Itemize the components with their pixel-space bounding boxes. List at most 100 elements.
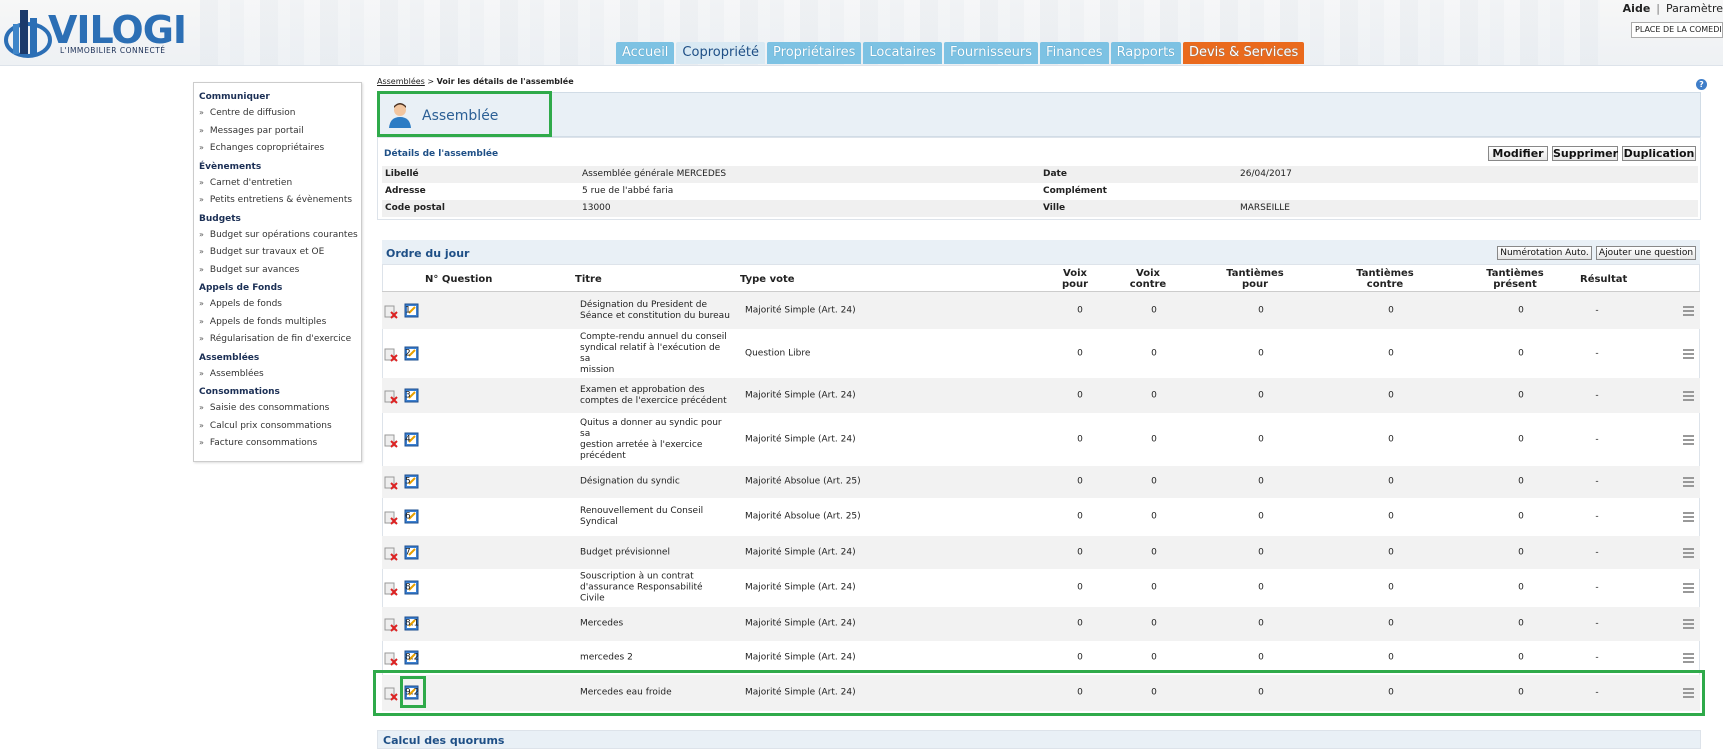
chevron-right-icon: » <box>199 264 204 274</box>
tab-locataires[interactable]: Locataires <box>863 42 942 64</box>
drag-handle-icon[interactable] <box>1683 653 1694 663</box>
delete-icon[interactable] <box>384 582 398 596</box>
drag-handle-icon[interactable] <box>1683 512 1694 522</box>
sidebar-item[interactable]: » Carnet d'entretien <box>199 174 356 192</box>
modify-button[interactable]: Modifier <box>1488 146 1548 161</box>
vote-type: Majorité Absolue (Art. 25) <box>745 476 861 487</box>
drag-handle-bar <box>1683 587 1694 589</box>
drag-handle-icon[interactable] <box>1683 477 1694 487</box>
sidebar-section-title: Budgets <box>199 213 241 224</box>
col-header-line: pour <box>1241 279 1269 290</box>
question-number: 3 <box>405 390 411 400</box>
question-title-line: syndical relatif à l'exécution de sa <box>580 342 721 364</box>
vote-value-tpr: 0 <box>1518 348 1524 358</box>
delete-icon[interactable] <box>384 434 398 448</box>
drag-handle-bar <box>1683 305 1694 308</box>
sidebar-item[interactable]: » Calcul prix consommations <box>199 417 356 435</box>
top-links: Aide | Paramètre <box>1623 2 1723 15</box>
drag-handle-bar <box>1683 485 1694 487</box>
sidebar-item[interactable]: » Budget sur opérations courantes <box>199 226 358 244</box>
tab-finances[interactable]: Finances <box>1040 42 1109 64</box>
sidebar-item-label: Echanges copropriétaires <box>209 143 325 153</box>
question-number: 2 <box>405 348 411 358</box>
vote-value-vc: 0 <box>1151 305 1157 315</box>
vilogi-logo[interactable]: VILOGI L'IMMOBILIER CONNECTÉ <box>4 4 204 62</box>
question-title: Mercedes <box>580 619 730 630</box>
sidebar-item[interactable]: » Centre de diffusion <box>199 104 356 122</box>
drag-handle-icon[interactable] <box>1683 619 1694 629</box>
delete-icon[interactable] <box>384 511 398 525</box>
breadcrumb-current: Voir les détails de l'assemblée <box>436 77 574 86</box>
settings-link[interactable]: Paramètre <box>1666 2 1723 15</box>
detail-label: Adresse <box>385 186 426 196</box>
vote-value-tc: 0 <box>1388 618 1394 629</box>
duplicate-button[interactable]: Duplication <box>1622 146 1696 161</box>
question-title-line: comptes de l'exercice précédent <box>580 395 727 406</box>
drag-handle-icon[interactable] <box>1683 390 1694 401</box>
delete-icon[interactable] <box>384 390 398 404</box>
sidebar-item[interactable]: » Messages par portail <box>199 122 356 140</box>
vote-value-res: - <box>1595 582 1599 593</box>
question-title: Désignation du President de Séance et con… <box>580 300 730 322</box>
col-header-line: Tantièmes <box>1226 268 1284 279</box>
tab-fournisseurs[interactable]: Fournisseurs <box>943 42 1039 64</box>
question-number: 5 <box>405 476 411 487</box>
sidebar-item[interactable]: » Assemblées <box>199 365 356 383</box>
vote-value-vp: 0 <box>1077 618 1083 629</box>
sidebar-item-label: Carnet d'entretien <box>209 177 293 188</box>
building-select[interactable]: PLACE DE LA COMEDIE <box>1631 22 1723 38</box>
chevron-right-icon: » <box>199 177 204 187</box>
vote-value-res: - <box>1595 476 1599 487</box>
detail-value: MARSEILLE <box>1240 203 1290 213</box>
delete-icon[interactable] <box>384 348 398 362</box>
vote-value-vc: 0 <box>1151 511 1157 522</box>
drag-handle-icon[interactable] <box>1683 583 1694 593</box>
sidebar-item[interactable]: » Régularisation de fin d'exercice <box>199 330 356 348</box>
breadcrumb-link-assemblees[interactable]: Assemblées <box>377 77 425 86</box>
sidebar-item[interactable]: » Facture consommations <box>199 434 356 452</box>
drag-handle-icon[interactable] <box>1683 434 1694 445</box>
col-header-resultat: Résultat <box>1580 274 1628 285</box>
col-header-titre: Titre <box>575 274 602 285</box>
sidebar-item[interactable]: » Appels de fonds multiples <box>199 313 356 331</box>
delete-icon[interactable] <box>384 652 398 666</box>
delete-icon[interactable] <box>384 476 398 490</box>
vote-value-res: - <box>1595 390 1599 400</box>
sidebar-item-label: Appels de fonds multiples <box>209 316 327 327</box>
drag-handle-bar <box>1683 653 1694 655</box>
question-title-line: Compte-rendu annuel du conseil <box>580 331 727 342</box>
vote-value-vc: 0 <box>1151 582 1157 593</box>
question-number: 8.1 <box>405 618 420 629</box>
add-question-button[interactable]: Ajouter une question <box>1596 246 1696 260</box>
delete-icon[interactable] <box>384 618 398 632</box>
question-number: 1 <box>405 305 411 315</box>
sidebar-item[interactable]: » Echanges copropriétaires <box>199 139 356 157</box>
help-icon[interactable]: ? <box>1696 79 1707 90</box>
delete-icon[interactable] <box>384 547 398 561</box>
drag-handle-bar <box>1683 434 1694 437</box>
delete-icon[interactable] <box>384 305 398 319</box>
vote-value-tc: 0 <box>1388 390 1394 400</box>
sidebar-item[interactable]: » Saisie des consommations <box>199 399 356 417</box>
drag-handle-icon[interactable] <box>1683 547 1694 558</box>
tab-rapports[interactable]: Rapports <box>1110 42 1181 64</box>
drag-handle-icon[interactable] <box>1683 305 1694 316</box>
tab-accueil[interactable]: Accueil <box>616 42 675 64</box>
auto-numbering-button[interactable]: Numérotation Auto. <box>1497 246 1592 260</box>
sidebar-item[interactable]: » Appels de fonds <box>199 295 356 313</box>
drag-handle-bar <box>1683 661 1694 663</box>
vote-value-res: - <box>1595 511 1599 522</box>
vote-value-vp: 0 <box>1077 476 1083 487</box>
tab-proprietaires[interactable]: Propriétaires <box>767 42 862 64</box>
question-number: 8.2 <box>405 652 420 663</box>
help-link[interactable]: Aide <box>1623 2 1651 15</box>
sidebar-item[interactable]: » Budget sur travaux et OE <box>199 243 356 261</box>
sidebar-item[interactable]: » Budget sur avances <box>199 261 356 279</box>
chevron-right-icon: » <box>199 108 204 117</box>
tab-devis-services[interactable]: Devis & Services <box>1182 42 1305 64</box>
tab-copropriete[interactable]: Copropriété <box>676 42 766 64</box>
question-number: 4 <box>405 434 411 444</box>
sidebar-item[interactable]: » Petits entretiens & évènements <box>199 191 356 209</box>
drag-handle-icon[interactable] <box>1683 348 1694 359</box>
delete-button[interactable]: Supprimer <box>1552 146 1618 161</box>
